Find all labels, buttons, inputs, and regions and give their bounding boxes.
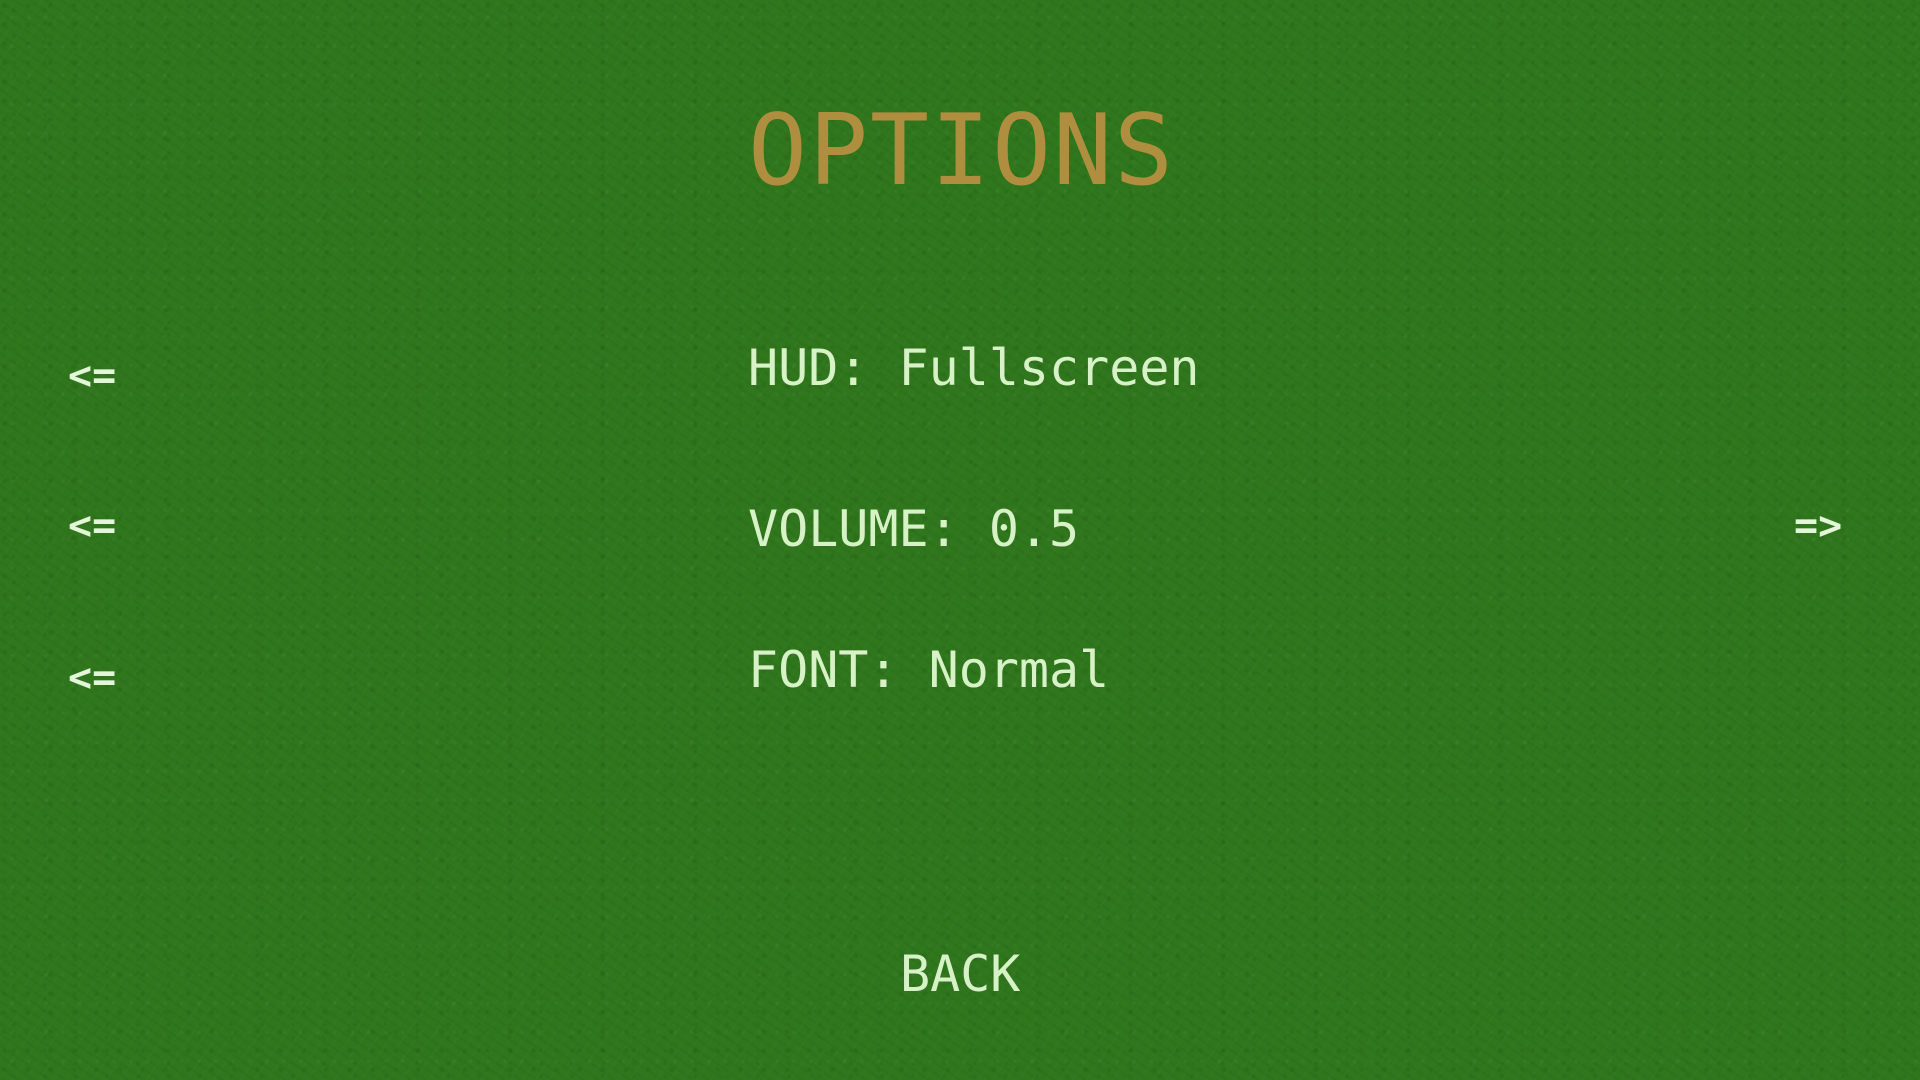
volume-prev-arrow[interactable]: <=: [68, 498, 116, 554]
volume-option[interactable]: VOLUME: 0.5: [748, 497, 1079, 561]
volume-next-arrow[interactable]: =>: [1794, 498, 1842, 554]
hud-prev-arrow[interactable]: <=: [68, 348, 116, 404]
back-button[interactable]: BACK: [900, 942, 1020, 1006]
font-prev-arrow[interactable]: <=: [68, 650, 116, 706]
options-title: OPTIONS: [748, 94, 1176, 208]
hud-option[interactable]: HUD: Fullscreen: [748, 336, 1200, 400]
font-option[interactable]: FONT: Normal: [748, 638, 1109, 702]
